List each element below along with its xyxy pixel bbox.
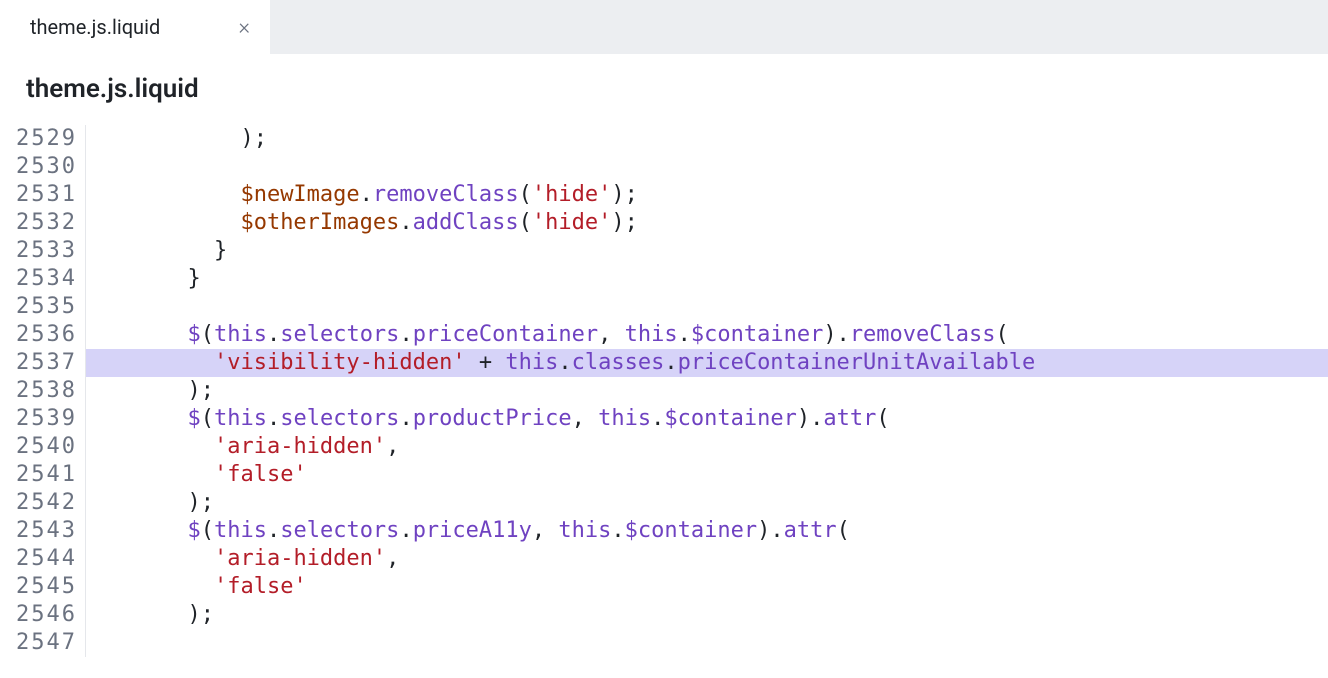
line-number: 2547: [0, 629, 77, 657]
code-line[interactable]: 'false': [108, 461, 1328, 489]
tab-active[interactable]: theme.js.liquid ×: [0, 0, 270, 54]
code-line[interactable]: [108, 153, 1328, 181]
code-line[interactable]: }: [108, 237, 1328, 265]
line-number-gutter: 2529253025312532253325342535253625372538…: [0, 125, 86, 657]
code-line[interactable]: 'aria-hidden',: [108, 545, 1328, 573]
line-number: 2533: [0, 237, 77, 265]
code-line[interactable]: }: [108, 265, 1328, 293]
code-line[interactable]: 'visibility-hidden' + this.classes.price…: [86, 349, 1328, 377]
code-line[interactable]: [108, 293, 1328, 321]
code-line[interactable]: $otherImages.addClass('hide');: [108, 209, 1328, 237]
line-number: 2546: [0, 601, 77, 629]
line-number: 2539: [0, 405, 77, 433]
tab-bar-empty: [270, 0, 1328, 54]
tab-filename: theme.js.liquid: [30, 15, 160, 39]
code-line[interactable]: );: [108, 489, 1328, 517]
code-line[interactable]: 'false': [108, 573, 1328, 601]
line-number: 2537: [0, 349, 77, 377]
code-editor[interactable]: 2529253025312532253325342535253625372538…: [0, 125, 1328, 657]
file-header: theme.js.liquid: [0, 54, 1328, 125]
line-number: 2541: [0, 461, 77, 489]
close-icon[interactable]: ×: [238, 15, 250, 40]
code-line[interactable]: $(this.selectors.productPrice, this.$con…: [108, 405, 1328, 433]
line-number: 2545: [0, 573, 77, 601]
code-line[interactable]: );: [108, 125, 1328, 153]
line-number: 2538: [0, 377, 77, 405]
line-number: 2534: [0, 265, 77, 293]
line-number: 2536: [0, 321, 77, 349]
code-line[interactable]: [108, 629, 1328, 657]
line-number: 2540: [0, 433, 77, 461]
code-line[interactable]: $newImage.removeClass('hide');: [108, 181, 1328, 209]
line-number: 2532: [0, 209, 77, 237]
code-line[interactable]: $(this.selectors.priceA11y, this.$contai…: [108, 517, 1328, 545]
code-line[interactable]: 'aria-hidden',: [108, 433, 1328, 461]
line-number: 2543: [0, 517, 77, 545]
code-line[interactable]: );: [108, 377, 1328, 405]
code-line[interactable]: );: [108, 601, 1328, 629]
line-number: 2531: [0, 181, 77, 209]
code-area[interactable]: ); $newImage.removeClass('hide'); $other…: [86, 125, 1328, 657]
line-number: 2542: [0, 489, 77, 517]
line-number: 2530: [0, 153, 77, 181]
code-line[interactable]: $(this.selectors.priceContainer, this.$c…: [108, 321, 1328, 349]
line-number: 2544: [0, 545, 77, 573]
file-title: theme.js.liquid: [26, 74, 199, 104]
line-number: 2529: [0, 125, 77, 153]
tab-bar: theme.js.liquid ×: [0, 0, 1328, 54]
line-number: 2535: [0, 293, 77, 321]
